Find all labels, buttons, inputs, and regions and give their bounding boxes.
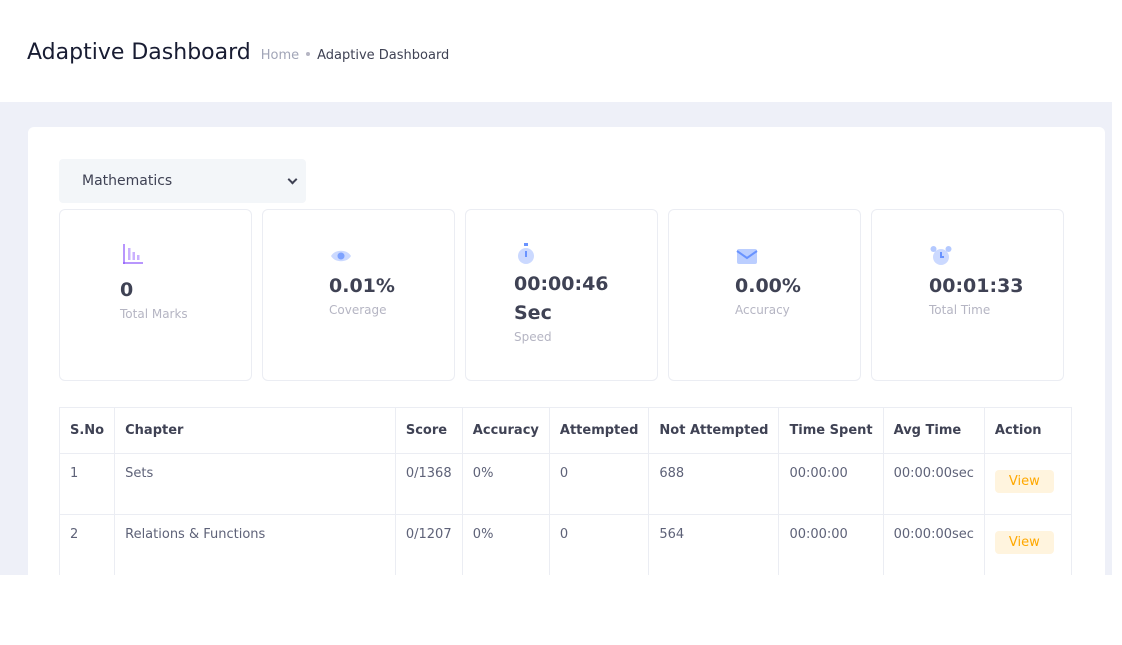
cell-chapter: Sets — [114, 453, 396, 515]
stat-value: 0.00% — [735, 275, 801, 297]
cell-score: 0/1368 — [394, 453, 463, 515]
cell-sno: 2 — [58, 514, 116, 575]
cell-action: View — [983, 453, 1073, 515]
cell-action: View — [983, 514, 1073, 575]
column-header: Attempted — [548, 407, 650, 454]
column-header: S.No — [58, 407, 116, 454]
table-row: 1 Sets 0/1368 0% 0 688 00:00:00 00:00:00… — [58, 453, 1073, 515]
column-header: Time Spent — [778, 407, 884, 454]
stat-label: Coverage — [329, 303, 387, 317]
stopwatch-icon — [518, 243, 534, 264]
stat-value: 0.01% — [329, 275, 395, 297]
stat-label: Speed — [514, 330, 552, 344]
stat-card-accuracy: 0.00% Accuracy — [668, 209, 861, 381]
cell-chapter: Relations & Functions — [114, 514, 396, 575]
stats-row: 0 Total Marks 0.01% Coverage 00:00:46 Se… — [59, 209, 1064, 381]
mail-icon — [736, 249, 758, 264]
chevron-down-icon — [287, 174, 298, 184]
column-header: Chapter — [114, 407, 396, 454]
column-header: Avg Time — [882, 407, 985, 454]
stat-value: 0 — [120, 279, 134, 301]
stat-label: Accuracy — [735, 303, 790, 317]
cell-time-spent: 00:00:00 — [778, 453, 884, 515]
eye-icon — [331, 250, 351, 262]
cell-accuracy: 0% — [461, 453, 550, 515]
cell-not-attempted: 688 — [648, 453, 780, 515]
cell-attempted: 0 — [548, 514, 650, 575]
stat-card-speed: 00:00:46 Sec Speed — [465, 209, 658, 381]
chapters-table: S.No Chapter Score Accuracy Attempted No… — [58, 407, 1073, 575]
view-button[interactable]: View — [994, 470, 1054, 493]
breadcrumb: Home Adaptive Dashboard — [261, 48, 450, 63]
page-header: Adaptive Dashboard Home Adaptive Dashboa… — [27, 40, 449, 65]
stat-label: Total Marks — [120, 307, 188, 321]
content-area: Mathematics 0 Total Marks 0.01% Coverage… — [0, 102, 1112, 575]
subject-select[interactable]: Mathematics — [59, 159, 306, 203]
stat-label: Total Time — [929, 303, 991, 317]
cell-avg-time: 00:00:00sec — [882, 453, 985, 515]
alarm-clock-icon — [930, 246, 952, 265]
chapters-table-wrapper: S.No Chapter Score Accuracy Attempted No… — [58, 407, 1073, 575]
stat-value: 00:00:46 Sec — [514, 273, 609, 324]
subject-select-value: Mathematics — [82, 173, 173, 189]
cell-score: 0/1207 — [394, 514, 463, 575]
stat-card-total-marks: 0 Total Marks — [59, 209, 252, 381]
breadcrumb-separator — [306, 51, 311, 56]
cell-avg-time: 00:00:00sec — [882, 514, 985, 575]
view-button[interactable]: View — [994, 531, 1054, 554]
dashboard-card: Mathematics 0 Total Marks 0.01% Coverage… — [28, 127, 1105, 575]
column-header: Score — [394, 407, 463, 454]
cell-time-spent: 00:00:00 — [778, 514, 884, 575]
column-header: Not Attempted — [648, 407, 780, 454]
breadcrumb-home-link[interactable]: Home — [261, 48, 299, 63]
breadcrumb-current: Adaptive Dashboard — [317, 48, 450, 63]
cell-attempted: 0 — [548, 453, 650, 515]
column-header: Accuracy — [461, 407, 550, 454]
table-header-row: S.No Chapter Score Accuracy Attempted No… — [58, 407, 1073, 454]
cell-accuracy: 0% — [461, 514, 550, 575]
cell-sno: 1 — [58, 453, 116, 515]
stat-value: 00:01:33 — [929, 275, 1024, 297]
table-row: 2 Relations & Functions 0/1207 0% 0 564 … — [58, 514, 1073, 575]
page-title: Adaptive Dashboard — [27, 40, 251, 65]
stat-card-coverage: 0.01% Coverage — [262, 209, 455, 381]
column-header: Action — [983, 407, 1073, 454]
stat-card-total-time: 00:01:33 Total Time — [871, 209, 1064, 381]
cell-not-attempted: 564 — [648, 514, 780, 575]
bar-chart-icon — [123, 244, 143, 264]
